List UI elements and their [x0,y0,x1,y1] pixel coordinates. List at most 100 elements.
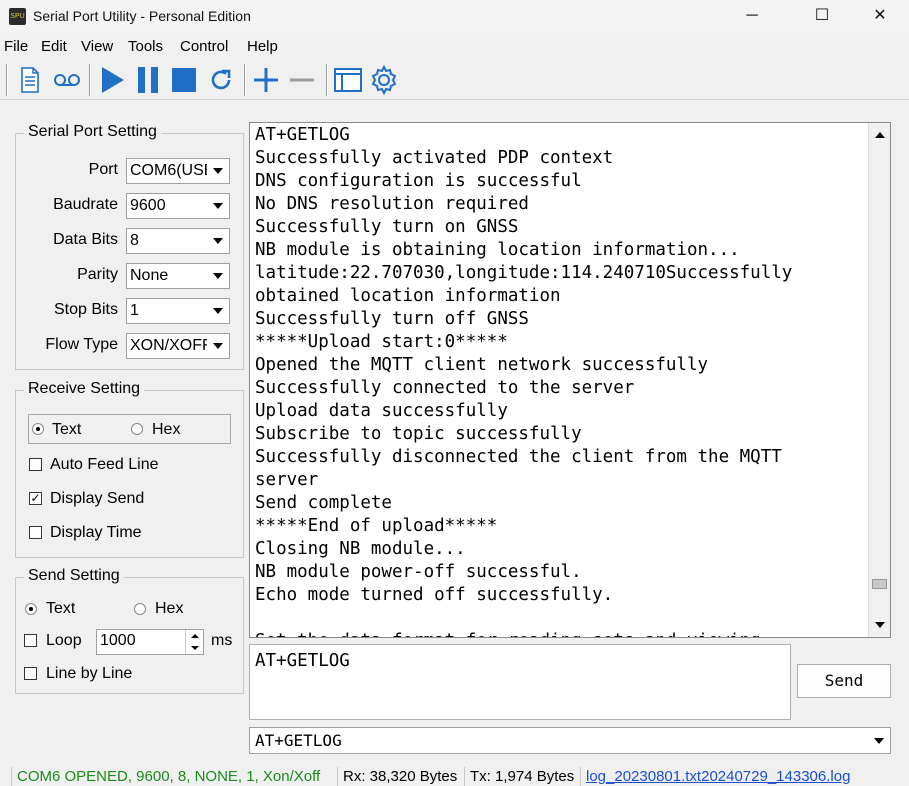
receive-textarea[interactable]: AT+GETLOG Successfully activated PDP cont… [249,122,891,638]
record-icon[interactable] [51,64,83,96]
stop-bits-select[interactable]: 1 [126,298,230,324]
toolbar-separator [6,64,8,96]
window-icon[interactable] [332,64,364,96]
flow-type-select[interactable]: XON/XOFF [126,333,230,359]
send-input[interactable]: AT+GETLOG [249,644,791,720]
menu-tools[interactable]: Tools [128,38,163,55]
stepper-down-icon[interactable] [185,642,203,654]
send-setting-title: Send Setting [24,567,124,585]
display-send-checkbox[interactable]: ✓ [29,492,42,505]
loop-interval-stepper[interactable]: 1000 [96,629,204,655]
play-icon[interactable] [96,64,128,96]
receive-log-line: Send complete [255,493,392,513]
gear-icon[interactable] [368,64,400,96]
chevron-down-icon [207,159,229,183]
port-label: Port [88,161,118,178]
minus-icon[interactable] [286,64,318,96]
scroll-down-icon[interactable] [869,615,890,635]
status-log-link[interactable]: log_20230801.txt20240729_143306.log [580,767,909,786]
toolbar-separator [326,64,328,96]
scroll-up-icon[interactable] [869,125,890,145]
baudrate-label: Baudrate [53,196,118,213]
stop-bits-label: Stop Bits [53,301,118,318]
receive-log-line [255,607,792,630]
menu-tools-label: Tools [128,38,164,55]
receive-log-line: latitude:22.707030,longitude:114.240710S… [255,263,793,283]
send-history-value: AT+GETLOG [255,731,342,750]
receive-text-radio[interactable] [32,423,44,435]
menu-help[interactable]: Help [247,38,278,55]
minimize-button[interactable]: ─ [729,0,775,32]
auto-feed-line-label: Auto Feed Line [50,456,159,473]
refresh-icon[interactable] [205,64,237,96]
menu-control[interactable]: Control [180,38,228,55]
parity-value: None [130,267,169,284]
maximize-button[interactable]: ☐ [799,0,845,32]
loop-label: Loop [46,632,82,649]
send-input-text: AT+GETLOG [255,651,350,671]
port-select[interactable]: COM6(USB [126,158,230,184]
close-button[interactable]: ✕ [857,0,903,32]
chevron-down-icon [207,194,229,218]
receive-log-line: Successfully turn off GNSS [255,309,529,329]
toolbar-separator [89,64,91,96]
send-text-radio[interactable] [25,603,37,615]
scroll-thumb[interactable] [872,579,887,589]
status-connection: COM6 OPENED, 9600, 8, NONE, 1, Xon/Xoff [11,767,337,786]
loop-checkbox[interactable] [24,634,37,647]
menu-file-label: File [4,38,29,55]
pause-icon[interactable] [132,64,164,96]
menu-view[interactable]: View [81,38,113,55]
toolbar-separator [244,64,246,96]
status-rx: Rx: 38,320 Bytes [337,767,464,786]
receive-log: AT+GETLOG Successfully activated PDP cont… [255,124,793,637]
receive-text-label: Text [52,421,82,438]
receive-log-line: Successfully connected to the server [255,378,635,398]
send-button[interactable]: Send [797,664,891,698]
title-bar: SPU Serial Port Utility - Personal Editi… [0,0,909,32]
stop-icon[interactable] [168,64,200,96]
app-logo-icon: SPU [9,8,26,25]
receive-log-line: Set the data format for reading sets and… [255,630,792,637]
menu-control-label: Control [180,38,229,55]
receive-log-line: NB module power-off successful. [255,562,582,582]
menu-file[interactable]: File [4,38,28,55]
port-value: COM6(USB [130,162,215,179]
receive-log-line: Opened the MQTT client network successfu… [255,355,709,375]
chevron-down-icon [207,229,229,253]
receive-scrollbar[interactable] [868,123,890,637]
stepper-up-icon[interactable] [185,630,203,642]
line-by-line-checkbox[interactable] [24,667,37,680]
line-by-line-label: Line by Line [46,665,133,682]
document-icon[interactable] [14,64,46,96]
menu-view-label: View [81,38,114,55]
send-history-select[interactable]: AT+GETLOG [249,727,891,754]
receive-log-line: Successfully activated PDP context [255,148,614,168]
receive-setting-title: Receive Setting [24,380,145,398]
receive-log-line: No DNS resolution required [255,194,529,214]
send-hex-radio[interactable] [134,603,146,615]
receive-log-line: DNS configuration is successful [255,171,582,191]
chevron-down-icon [207,299,229,323]
receive-log-line: obtained location information [255,286,561,306]
receive-log-line: Subscribe to topic successfully [255,424,582,444]
flow-type-label: Flow Type [45,336,118,353]
menu-edit-label: Edit [41,38,67,55]
receive-log-line: Echo mode turned off successfully. [255,585,614,605]
auto-feed-line-checkbox[interactable] [29,458,42,471]
receive-hex-radio[interactable] [131,423,143,435]
receive-log-line: Upload data successfully [255,401,508,421]
data-bits-select[interactable]: 8 [126,228,230,254]
serial-port-setting-title: Serial Port Setting [24,123,161,141]
menu-edit[interactable]: Edit [41,38,67,55]
parity-select[interactable]: None [126,263,230,289]
flow-type-value: XON/XOFF [130,337,212,354]
receive-log-line: AT+GETLOG [255,125,350,145]
baudrate-select[interactable]: 9600 [126,193,230,219]
receive-log-line: *****Upload start:0***** [255,332,508,352]
parity-label: Parity [77,266,118,283]
loop-interval-value: 1000 [100,632,136,649]
plus-icon[interactable] [250,64,282,96]
loop-unit-label: ms [211,632,233,649]
display-time-checkbox[interactable] [29,526,42,539]
